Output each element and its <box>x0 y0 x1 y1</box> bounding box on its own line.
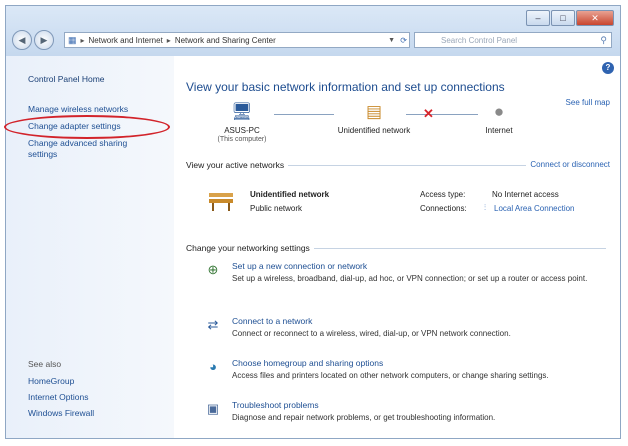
breadcrumb-network-and-sharing-center[interactable]: Network and Sharing Center <box>175 36 276 45</box>
active-network-type[interactable]: Public network <box>250 204 302 213</box>
map-computer[interactable]: 🖥 ASUS-PC (This computer) <box>212 102 272 143</box>
page-title: View your basic network information and … <box>186 80 505 94</box>
breadcrumb-separator-icon: ▸ <box>166 35 171 45</box>
connect-network-icon: ⇄ <box>207 317 219 332</box>
task-connect-network: ⇄ Connect to a network Connect or reconn… <box>204 316 614 346</box>
highlight-circle <box>4 115 170 139</box>
search-input[interactable]: Search Control Panel ⚲ <box>414 32 612 48</box>
forward-button[interactable]: ▶ <box>34 30 54 50</box>
internet-name: Internet <box>485 126 513 135</box>
bench-network-icon <box>209 193 233 211</box>
window-controls: – □ ✕ <box>526 10 614 26</box>
connect-to-network-link[interactable]: Connect to a network <box>232 316 312 326</box>
connections-label: Connections: <box>420 204 467 213</box>
internet-options-link[interactable]: Internet Options <box>28 392 88 403</box>
setup-connection-desc: Set up a wireless, broadband, dial-up, a… <box>232 274 588 283</box>
title-bar: – □ ✕ ◀ ▶ ▦ ▸ Network and Internet ▸ Net… <box>6 6 620 56</box>
see-also-label: See also <box>28 359 62 369</box>
homegroup-options-desc: Access files and printers located on oth… <box>232 371 549 380</box>
help-icon[interactable]: ? <box>602 62 614 74</box>
connect-to-network-desc: Connect or reconnect to a wireless, wire… <box>232 329 511 338</box>
troubleshoot-icon: ▣ <box>206 401 220 416</box>
search-placeholder: Search Control Panel <box>441 36 518 45</box>
left-pane: Control Panel Home Manage wireless netwo… <box>4 56 174 438</box>
globe-icon: ● <box>493 102 505 121</box>
maximize-button[interactable]: □ <box>551 10 575 26</box>
breadcrumb-network-and-internet[interactable]: Network and Internet <box>89 36 163 45</box>
control-panel-home-link[interactable]: Control Panel Home <box>28 74 105 85</box>
map-internet[interactable]: ● Internet <box>474 102 524 135</box>
troubleshoot-desc: Diagnose and repair network problems, or… <box>232 413 496 422</box>
setup-connection-link[interactable]: Set up a new connection or network <box>232 261 367 271</box>
task-new-connection: ⊕ Set up a new connection or network Set… <box>204 261 614 301</box>
main-content: ? View your basic network information an… <box>174 56 620 438</box>
connect-or-disconnect-link[interactable]: Connect or disconnect <box>526 160 610 169</box>
see-full-map-link[interactable]: See full map <box>566 98 610 107</box>
connection-icon: ⫶ <box>484 203 486 212</box>
computer-icon: 🖥 <box>231 102 253 121</box>
back-button[interactable]: ◀ <box>12 30 32 50</box>
access-type-label: Access type: <box>420 190 466 199</box>
network-name: Unidentified network <box>337 126 411 135</box>
active-network-name: Unidentified network <box>250 190 330 199</box>
troubleshoot-link[interactable]: Troubleshoot problems <box>232 400 319 410</box>
computer-sub: (This computer) <box>217 136 267 143</box>
address-bar[interactable]: ▦ ▸ Network and Internet ▸ Network and S… <box>64 32 410 48</box>
windows-firewall-link[interactable]: Windows Firewall <box>28 408 94 419</box>
map-connector-line <box>406 114 478 115</box>
task-troubleshoot: ▣ Troubleshoot problems Diagnose and rep… <box>204 400 614 430</box>
access-type-value: No Internet access <box>492 190 559 199</box>
new-connection-icon: ⊕ <box>207 262 219 277</box>
map-network[interactable]: ▤ Unidentified network <box>324 102 424 135</box>
local-area-connection-link[interactable]: Local Area Connection <box>494 204 575 213</box>
breadcrumb-separator-icon: ▸ <box>80 35 85 45</box>
change-settings-label: Change your networking settings <box>186 243 314 253</box>
search-icon[interactable]: ⚲ <box>600 35 607 46</box>
refresh-icon[interactable]: ⟳ <box>400 36 407 45</box>
minimize-button[interactable]: – <box>526 10 550 26</box>
active-networks-label: View your active networks <box>186 160 289 170</box>
homegroup-link[interactable]: HomeGroup <box>28 376 74 387</box>
network-sharing-center-window: – □ ✕ ◀ ▶ ▦ ▸ Network and Internet ▸ Net… <box>4 5 621 439</box>
close-button[interactable]: ✕ <box>576 10 614 26</box>
task-homegroup: ◕ Choose homegroup and sharing options A… <box>204 358 614 388</box>
no-connection-x-icon: ✕ <box>423 106 434 121</box>
homegroup-icon: ◕ <box>209 359 217 374</box>
computer-name: ASUS-PC <box>224 126 260 135</box>
manage-wireless-networks-link[interactable]: Manage wireless networks <box>28 104 128 115</box>
change-advanced-sharing-link[interactable]: Change advanced sharing settings <box>28 138 148 160</box>
bench-network-icon: ▤ <box>365 102 383 121</box>
homegroup-options-link[interactable]: Choose homegroup and sharing options <box>232 358 383 368</box>
chevron-down-icon[interactable]: ▼ <box>388 37 395 44</box>
control-panel-icon: ▦ <box>68 34 77 45</box>
